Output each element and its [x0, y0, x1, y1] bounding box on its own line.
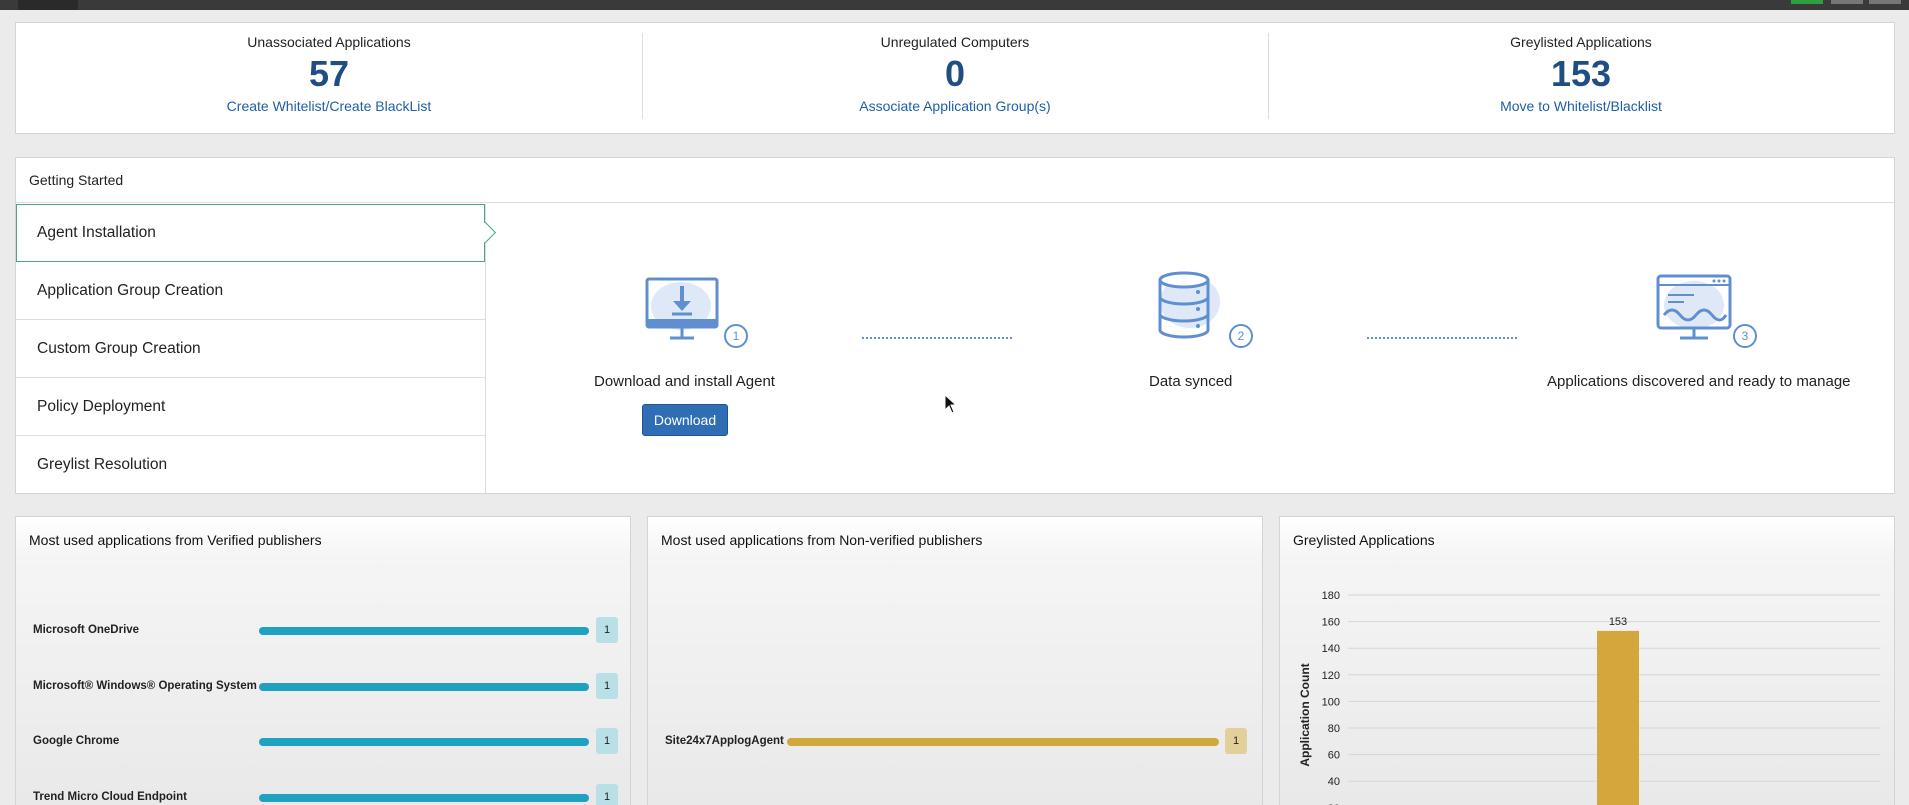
active-tab-indicator[interactable] [18, 0, 78, 10]
summary-stats: Unassociated Applications 57 Create Whit… [15, 22, 1895, 134]
list-item[interactable]: Microsoft® Windows® Operating System 1 [16, 672, 630, 702]
usage-count-badge: 1 [1225, 728, 1247, 754]
green-toolbar-button[interactable] [1791, 0, 1823, 4]
app-name: Microsoft OneDrive [33, 624, 140, 636]
grey-toolbar-button[interactable] [1869, 0, 1901, 4]
usage-bar [787, 738, 1219, 746]
step-number-badge: 1 [724, 324, 748, 348]
download-monitor-icon [645, 277, 719, 340]
list-item[interactable]: Trend Micro Cloud Endpoint 1 [16, 783, 630, 805]
usage-count-badge: 1 [596, 728, 618, 754]
app-name: Microsoft® Windows® Operating System [33, 680, 257, 692]
app-name: Site24x7ApplogAgent [665, 735, 784, 747]
usage-bar [259, 627, 589, 635]
list-item[interactable]: Google Chrome 1 [16, 727, 630, 757]
getting-started-title: Getting Started [16, 158, 1894, 203]
panel-title: Most used applications from Non-verified… [661, 532, 983, 548]
stat-label: Unregulated Computers [880, 34, 1030, 50]
mouse-cursor-icon [944, 394, 958, 414]
app-name: Google Chrome [33, 735, 120, 747]
menu-item-policy-deployment[interactable]: Policy Deployment [16, 378, 485, 436]
y-tick-label: 100 [1322, 696, 1340, 708]
stat-label: Greylisted Applications [1510, 34, 1652, 50]
bar[interactable] [1597, 630, 1639, 805]
grey-toolbar-button[interactable] [1831, 0, 1863, 4]
database-icon [1158, 271, 1220, 339]
list-item[interactable]: Site24x7ApplogAgent 1 [648, 727, 1262, 757]
y-tick-label: 180 [1322, 590, 1340, 602]
usage-bar [259, 738, 589, 746]
stat-value[interactable]: 0 [642, 54, 1268, 94]
step-connector [862, 337, 1012, 339]
move-to-whitelist-blacklist-link[interactable]: Move to Whitelist/Blacklist [1268, 98, 1894, 114]
step-number-badge: 2 [1229, 324, 1253, 348]
stat-unassociated-applications: Unassociated Applications 57 Create Whit… [16, 23, 642, 133]
getting-started-menu: Agent Installation Application Group Cre… [16, 204, 486, 494]
y-tick-label: 60 [1328, 750, 1340, 762]
step-caption: Data synced [1149, 373, 1233, 390]
window-top-bar [0, 0, 1909, 10]
bar-data-label: 153 [1609, 616, 1627, 628]
stat-unregulated-computers: Unregulated Computers 0 Associate Applic… [642, 23, 1268, 133]
y-tick-label: 40 [1328, 776, 1340, 788]
usage-count-badge: 1 [596, 673, 618, 699]
usage-count-badge: 1 [596, 617, 618, 643]
usage-count-badge: 1 [596, 784, 618, 805]
app-name: Trend Micro Cloud Endpoint [33, 791, 187, 803]
y-axis-label: Application Count [1298, 663, 1312, 766]
download-agent-button[interactable]: Download [642, 404, 728, 436]
nonverified-publishers-panel: Most used applications from Non-verified… [647, 516, 1263, 805]
chart-y-ticks: 20406080100120140160180 [1322, 590, 1340, 805]
create-whitelist-blacklist-link[interactable]: Create Whitelist/Create BlackList [16, 98, 642, 114]
applications-monitor-icon [1656, 274, 1732, 340]
list-item[interactable]: Microsoft OneDrive 1 [16, 616, 630, 646]
step-caption: Download and install Agent [594, 373, 775, 390]
stat-value[interactable]: 57 [16, 54, 642, 94]
greylisted-bar-chart: 20406080100120140160180 153 Application … [1298, 590, 1880, 805]
chart-bars: 153 [1597, 616, 1639, 805]
verified-publishers-panel: Most used applications from Verified pub… [15, 516, 631, 805]
usage-bar [259, 683, 589, 691]
step-caption: Applications discovered and ready to man… [1547, 373, 1851, 390]
panel-title: Most used applications from Verified pub… [29, 532, 322, 548]
y-tick-label: 140 [1322, 643, 1340, 655]
y-tick-label: 80 [1328, 723, 1340, 735]
stat-greylisted-applications: Greylisted Applications 153 Move to Whit… [1268, 23, 1894, 133]
y-tick-label: 120 [1322, 670, 1340, 682]
getting-started-panel: Getting Started Agent Installation Appli… [15, 157, 1895, 494]
step-connector [1367, 337, 1517, 339]
usage-bar [259, 794, 589, 802]
step-number-badge: 3 [1733, 324, 1757, 348]
menu-item-greylist-resolution[interactable]: Greylist Resolution [16, 436, 485, 494]
menu-item-agent-installation[interactable]: Agent Installation [16, 204, 485, 262]
stat-value[interactable]: 153 [1268, 54, 1894, 94]
stat-label: Unassociated Applications [247, 34, 411, 50]
menu-item-custom-group-creation[interactable]: Custom Group Creation [16, 320, 485, 378]
associate-application-groups-link[interactable]: Associate Application Group(s) [642, 98, 1268, 114]
y-tick-label: 160 [1322, 617, 1340, 629]
menu-item-application-group-creation[interactable]: Application Group Creation [16, 262, 485, 320]
greylisted-applications-panel: Greylisted Applications 2040608010012014… [1279, 516, 1895, 805]
